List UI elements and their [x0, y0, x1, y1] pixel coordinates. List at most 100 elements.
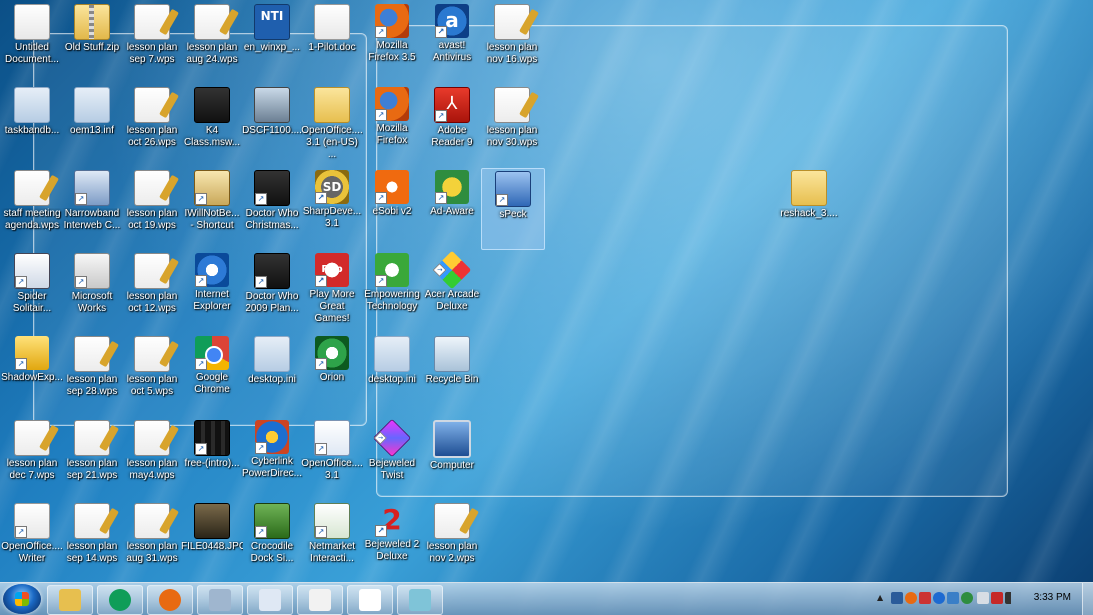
taskbar-button-calculator[interactable] [197, 585, 243, 615]
desktop-icon[interactable]: lesson plan aug 24.wps [181, 2, 243, 82]
desktop-icon[interactable]: lesson plan nov 30.wps [481, 85, 543, 165]
desktop-icon[interactable]: lesson plan oct 19.wps [121, 168, 183, 248]
desktop-icon[interactable]: ↗ Mozilla Firefox [361, 85, 423, 165]
avast-tray-icon[interactable] [933, 592, 945, 604]
desktop-icon[interactable]: ↗ Crocodile Dock Si... [241, 501, 303, 581]
volume-icon[interactable] [1005, 592, 1017, 604]
desktop-icon-label: Mozilla Firefox 3.5 [368, 40, 416, 63]
desktop-icon-label: sPeck [499, 209, 527, 220]
desktop-icon[interactable]: Old Stuff.zip [61, 2, 123, 82]
desktop-icon[interactable]: Computer [421, 418, 483, 498]
desktop-icon-label: Doctor Who 2009 Plan... [245, 291, 299, 314]
desktop-icon[interactable]: ↗ Doctor Who Christmas... [241, 168, 303, 248]
desktop-icon[interactable]: ↗ Bejeweled Twist [361, 418, 423, 498]
desktop-icon[interactable]: lesson plan sep 21.wps [61, 418, 123, 498]
desktop-icon[interactable]: oem13.inf [61, 85, 123, 165]
shortcut-arrow-icon: ↗ [255, 442, 267, 454]
desktop-icon[interactable]: ↗ Netmarket Interacti... [301, 501, 363, 581]
show-desktop-button[interactable] [1082, 583, 1093, 615]
desktop-icon-label: Microsoft Works [71, 291, 113, 314]
acer-icon: ↗ [432, 250, 472, 290]
shortcut-arrow-icon: ↗ [375, 525, 387, 537]
taskbar-button-windows-explorer[interactable] [47, 585, 93, 615]
desktop-icon[interactable]: ↗ OpenOffice.... Writer [1, 501, 63, 581]
start-button[interactable] [3, 584, 41, 614]
desktop-icon[interactable]: lesson plan nov 2.wps [421, 501, 483, 581]
desktop-icon[interactable]: ↗ Acer Arcade Deluxe [421, 250, 483, 331]
desktop-icon-label: lesson plan nov 2.wps [426, 541, 478, 564]
desktop-icon[interactable]: FILE0448.JPG [181, 501, 243, 581]
desktop-icon[interactable]: lesson plan oct 12.wps [121, 251, 183, 331]
desktop-icon[interactable]: 1-Pilot.doc [301, 2, 363, 82]
security-icon[interactable] [919, 592, 931, 604]
desktop-icon[interactable]: lesson plan aug 31.wps [121, 501, 183, 581]
desktop-icon[interactable]: ↗ eSobi v2 [361, 168, 423, 248]
desktop-icon[interactable]: ↗ Spider Solitair... [1, 251, 63, 331]
action-center-icon[interactable] [977, 592, 989, 604]
desktop-icon[interactable]: 2 ↗ Bejeweled 2 Deluxe [361, 501, 423, 581]
taskbar-button-blank-document[interactable] [347, 585, 393, 615]
desktop-icon[interactable]: DSCF1100.... [241, 85, 303, 165]
wordpad-icon [309, 589, 331, 611]
taskbar-button-mozilla-firefox[interactable] [147, 585, 193, 615]
desktop-icon[interactable]: lesson plan may4.wps [121, 418, 183, 498]
desktop-icon[interactable]: ↗ OpenOffice.... 3.1 [301, 418, 363, 498]
desktop-icon[interactable]: desktop.ini [361, 334, 423, 414]
taskbar-button-snipping-tool[interactable] [397, 585, 443, 615]
desktop-icon[interactable]: SD ↗ SharpDeve... 3.1 [301, 168, 363, 248]
adaware-tray-icon[interactable] [961, 592, 973, 604]
desktop-icon[interactable]: Untitled Document... [1, 2, 63, 82]
desktop-icon[interactable]: ↗ Orion [301, 334, 363, 414]
connection-icon[interactable] [991, 592, 1003, 604]
firefox-icon: ↗ [375, 87, 409, 121]
desktop-icon[interactable]: ↗ Google Chrome [181, 334, 243, 414]
network-icon[interactable] [891, 592, 903, 604]
desktop-icon[interactable]: lesson plan nov 16.wps [481, 2, 543, 82]
desktop-icon[interactable]: K4 Class.msw... [181, 85, 243, 165]
shortcut-arrow-icon: ↗ [195, 193, 207, 205]
wps-icon [134, 420, 170, 456]
desktop-icon-label: Adobe Reader 9 [431, 125, 473, 148]
clock[interactable]: 3:33 PM [1034, 592, 1071, 603]
display-icon[interactable] [947, 592, 959, 604]
desktop-icon[interactable]: desktop.ini [241, 334, 303, 414]
desktop-icon[interactable]: ↗ Mozilla Firefox 3.5 [361, 2, 423, 82]
desktop-icon[interactable]: ↗ Internet Explorer [181, 251, 243, 331]
desktop-icon[interactable]: lesson plan oct 26.wps [121, 85, 183, 165]
desktop-icon[interactable]: ↗ Doctor Who 2009 Plan... [241, 251, 303, 331]
desktop-icon[interactable]: ↗ Narrowband Interweb C... [61, 168, 123, 248]
desktop-icon[interactable]: Recycle Bin [421, 334, 483, 414]
desktop-icon[interactable]: ↗ Empowering Technology [361, 251, 423, 331]
desktop-icon-label: Internet Explorer [193, 289, 231, 312]
desktop-icon[interactable]: ⅄ ↗ Adobe Reader 9 [421, 85, 483, 165]
shortcut-arrow-icon: ↗ [195, 358, 207, 370]
taskbar-button-wordpad[interactable] [297, 585, 343, 615]
desktop-icon[interactable]: ↗ ShadowExp... [1, 334, 63, 414]
show-hidden-icons-button[interactable]: ▲ [877, 593, 883, 602]
shortcut-arrow-icon: ↗ [435, 26, 447, 38]
shortcut-arrow-icon: ↗ [496, 194, 508, 206]
oo-icon: ↗ [314, 420, 350, 456]
desktop-icon[interactable]: staff meeting agenda.wps [1, 168, 63, 248]
taskbar-button-google-chrome[interactable] [97, 585, 143, 615]
desktop-icon[interactable]: ↗ Microsoft Works [61, 251, 123, 331]
desktop-icon[interactable]: lesson plan dec 7.wps [1, 418, 63, 498]
desktop-icon[interactable]: ↗ IWillNotBe... - Shortcut [181, 168, 243, 248]
firefox-tray-icon[interactable] [905, 592, 917, 604]
desktop-icon[interactable]: NTI en_winxp_... [241, 2, 303, 82]
desktop-icon[interactable]: lesson plan sep 28.wps [61, 334, 123, 414]
desktop-icon-label: lesson plan may4.wps [126, 458, 178, 481]
desktop-icon[interactable]: reshack_3.... [778, 168, 840, 248]
desktop-icon[interactable]: OpenOffice.... 3.1 (en-US) ... [301, 85, 363, 165]
desktop-icon[interactable]: Pop ↗ Play More Great Games! [301, 251, 363, 331]
desktop-icon[interactable]: ↗ Cyberlink PowerDirec... [241, 418, 303, 498]
desktop-icon[interactable]: ↗ free-(intro)... [181, 418, 243, 498]
desktop-icon[interactable]: lesson plan oct 5.wps [121, 334, 183, 414]
desktop-icon[interactable]: ↗ sPeck [481, 168, 545, 250]
desktop-icon[interactable]: lesson plan sep 14.wps [61, 501, 123, 581]
desktop-icon[interactable]: lesson plan sep 7.wps [121, 2, 183, 82]
taskbar-button-document-viewer[interactable] [247, 585, 293, 615]
desktop-icon[interactable]: taskbandb... [1, 85, 63, 165]
desktop-icon[interactable]: a ↗ avast! Antivirus [421, 2, 483, 82]
desktop-icon[interactable]: ↗ Ad-Aware [421, 168, 483, 248]
